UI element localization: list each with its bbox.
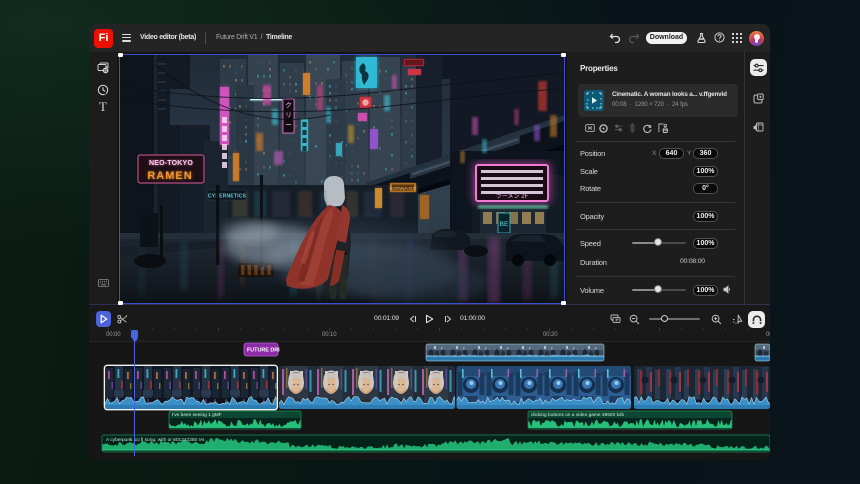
svg-text:clicking buttons on a video ga: clicking buttons on a video game 39920 k… (531, 412, 624, 418)
svg-text:CYBERNETICS: CYBERNETICS (208, 194, 247, 200)
svg-text:BE: BE (500, 221, 509, 228)
svg-text:I've been seeing 1 gMF: I've been seeing 1 gMF (172, 412, 222, 418)
svg-text:KATANA-GO: KATANA-GO (390, 186, 417, 191)
svg-text:RAMEN: RAMEN (147, 170, 192, 182)
svg-text:ク: ク (285, 101, 292, 109)
svg-text:A cyberpunk sci fi song, with: A cyberpunk sci fi song, with or 8012422… (106, 437, 204, 443)
svg-text:FUTURE DRI: FUTURE DRI (247, 348, 280, 354)
svg-text:リ: リ (285, 112, 292, 119)
svg-text:NEO-TOKYO: NEO-TOKYO (149, 160, 193, 167)
svg-text:ラーメン 2F: ラーメン 2F (496, 193, 529, 200)
svg-text:ー: ー (285, 122, 292, 129)
